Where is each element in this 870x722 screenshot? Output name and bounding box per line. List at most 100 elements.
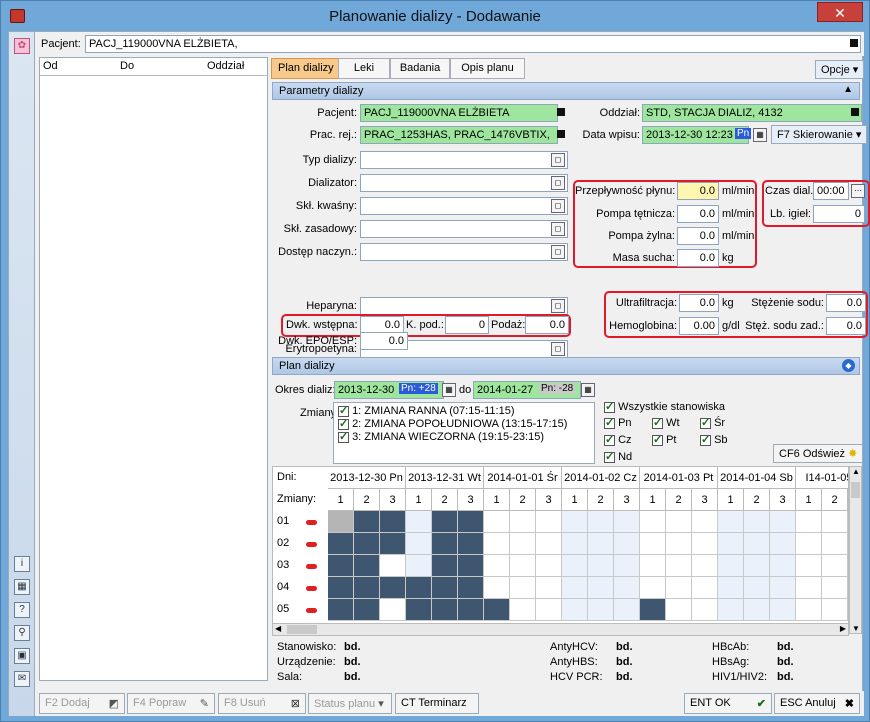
search-icon[interactable]: ⚲ <box>14 625 30 641</box>
edit-button[interactable]: F4 Popraw ✎ <box>127 693 215 714</box>
kpod-field[interactable]: 0 <box>445 316 489 334</box>
grid-cell[interactable] <box>536 533 562 555</box>
access-field[interactable] <box>360 243 568 261</box>
grid-cell[interactable] <box>822 599 848 621</box>
day-option-sb[interactable]: Sb <box>700 433 728 446</box>
grid-cell[interactable] <box>458 555 484 577</box>
tab-tests[interactable]: Badania <box>390 58 450 79</box>
grid-cell[interactable] <box>692 599 718 621</box>
grid-cell[interactable] <box>354 599 380 621</box>
shift-item-3[interactable]: 3: ZMIANA WIECZORNA (19:15-23:15) <box>338 430 544 443</box>
grid-cell[interactable] <box>770 577 796 599</box>
grid-cell[interactable] <box>692 533 718 555</box>
dialysis-type-picker-icon[interactable]: ◻ <box>551 153 565 167</box>
grid-date-header[interactable]: 2013-12-30 Pn <box>328 467 406 489</box>
grid-cell[interactable] <box>588 533 614 555</box>
column-header-ward[interactable]: Oddział <box>207 60 244 72</box>
vertical-scrollbar[interactable]: ▲ ▼ <box>849 466 862 634</box>
grid-cell[interactable] <box>510 511 536 533</box>
grid-cell[interactable] <box>406 533 432 555</box>
grid-cell[interactable] <box>770 511 796 533</box>
grid-date-header[interactable]: I14-01-05 N <box>796 467 848 489</box>
remove-station-icon[interactable] <box>306 608 317 613</box>
ok-button[interactable]: ENT OK ✔ <box>684 693 772 714</box>
grid-cell[interactable] <box>432 577 458 599</box>
grid-cell[interactable] <box>718 555 744 577</box>
grid-cell[interactable] <box>588 599 614 621</box>
horizontal-scrollbar[interactable]: ◀ ▶ <box>272 623 849 636</box>
grid-cell[interactable] <box>328 511 354 533</box>
grid-shift-header[interactable]: 1 <box>796 489 822 511</box>
base-picker-icon[interactable]: ◻ <box>551 222 565 236</box>
grid-cell[interactable] <box>562 533 588 555</box>
remove-station-icon[interactable] <box>306 586 317 591</box>
info-badge-icon[interactable]: ◆ <box>842 359 855 372</box>
acid-field[interactable] <box>360 197 568 215</box>
grid-cell[interactable] <box>640 577 666 599</box>
duration-field[interactable]: 00:00 <box>813 182 849 200</box>
grid-cell[interactable] <box>432 599 458 621</box>
grid-cell[interactable] <box>484 511 510 533</box>
grid-cell[interactable] <box>510 577 536 599</box>
grid-cell[interactable] <box>536 555 562 577</box>
sodium-set-field[interactable]: 0.0 <box>826 317 866 335</box>
grid-cell[interactable] <box>614 555 640 577</box>
epo-picker-icon[interactable]: ◻ <box>551 342 565 356</box>
grid-cell[interactable] <box>406 599 432 621</box>
grid-cell[interactable] <box>666 511 692 533</box>
grid-shift-header[interactable]: 1 <box>484 489 510 511</box>
grid-cell[interactable] <box>822 577 848 599</box>
grid-cell[interactable] <box>640 599 666 621</box>
remove-station-icon[interactable] <box>306 542 317 547</box>
grid-cell[interactable] <box>510 533 536 555</box>
acid-picker-icon[interactable]: ◻ <box>551 199 565 213</box>
grid-cell[interactable] <box>770 555 796 577</box>
info-icon[interactable]: i <box>14 556 30 572</box>
grid-shift-header[interactable]: 1 <box>718 489 744 511</box>
grid-cell[interactable] <box>406 511 432 533</box>
grid-cell[interactable] <box>744 533 770 555</box>
grid-cell[interactable] <box>718 577 744 599</box>
grid-cell[interactable] <box>458 533 484 555</box>
grid-cell[interactable] <box>614 577 640 599</box>
grid-cell[interactable] <box>588 555 614 577</box>
grid-cell[interactable] <box>380 555 406 577</box>
options-dropdown[interactable]: Opcje ▾ <box>815 60 865 79</box>
day-pn-checkbox[interactable] <box>604 416 615 429</box>
params-section-header[interactable]: Parametry dializy ▲ <box>272 82 860 100</box>
grid-shift-header[interactable]: 1 <box>562 489 588 511</box>
grid-shift-header[interactable]: 1 <box>406 489 432 511</box>
refresh-button[interactable]: CF6 Odśwież ✸ <box>773 444 864 463</box>
grid-cell[interactable] <box>510 555 536 577</box>
all-stations-checkbox[interactable] <box>604 400 615 413</box>
grid-cell[interactable] <box>354 511 380 533</box>
grid-cell[interactable] <box>822 533 848 555</box>
heparin-field[interactable] <box>360 297 568 315</box>
image-icon[interactable]: ▣ <box>14 648 30 664</box>
grid-date-header[interactable]: 2014-01-04 Sb <box>718 467 796 489</box>
uf-field[interactable]: 0.0 <box>679 294 719 312</box>
grid-cell[interactable] <box>380 577 406 599</box>
dialyzer-field[interactable] <box>360 174 568 192</box>
grid-cell[interactable] <box>484 577 510 599</box>
day-option-wt[interactable]: Wt <box>652 416 680 429</box>
params-patient-picker-icon[interactable] <box>554 106 568 120</box>
day-option-nd[interactable]: Nd <box>604 450 632 463</box>
flow-field[interactable]: 0.0 <box>677 182 719 200</box>
shift-item-1[interactable]: 1: ZMIANA RANNA (07:15-11:15) <box>338 404 514 417</box>
needles-field[interactable]: 0 <box>813 205 865 223</box>
grid-cell[interactable] <box>640 511 666 533</box>
grid-cell[interactable] <box>536 577 562 599</box>
grid-cell[interactable] <box>484 555 510 577</box>
scroll-left-icon[interactable]: ◀ <box>275 624 281 633</box>
grid-cell[interactable] <box>562 555 588 577</box>
grid-shift-header[interactable]: 3 <box>536 489 562 511</box>
grid-shift-header[interactable]: 2 <box>822 489 848 511</box>
grid-shift-header[interactable]: 2 <box>432 489 458 511</box>
grid-cell[interactable] <box>666 555 692 577</box>
grid-cell[interactable] <box>718 511 744 533</box>
grid-cell[interactable] <box>796 533 822 555</box>
shifts-list[interactable]: 1: ZMIANA RANNA (07:15-11:15) 2: ZMIANA … <box>333 402 595 464</box>
grid-cell[interactable] <box>666 533 692 555</box>
grid-cell[interactable] <box>562 577 588 599</box>
